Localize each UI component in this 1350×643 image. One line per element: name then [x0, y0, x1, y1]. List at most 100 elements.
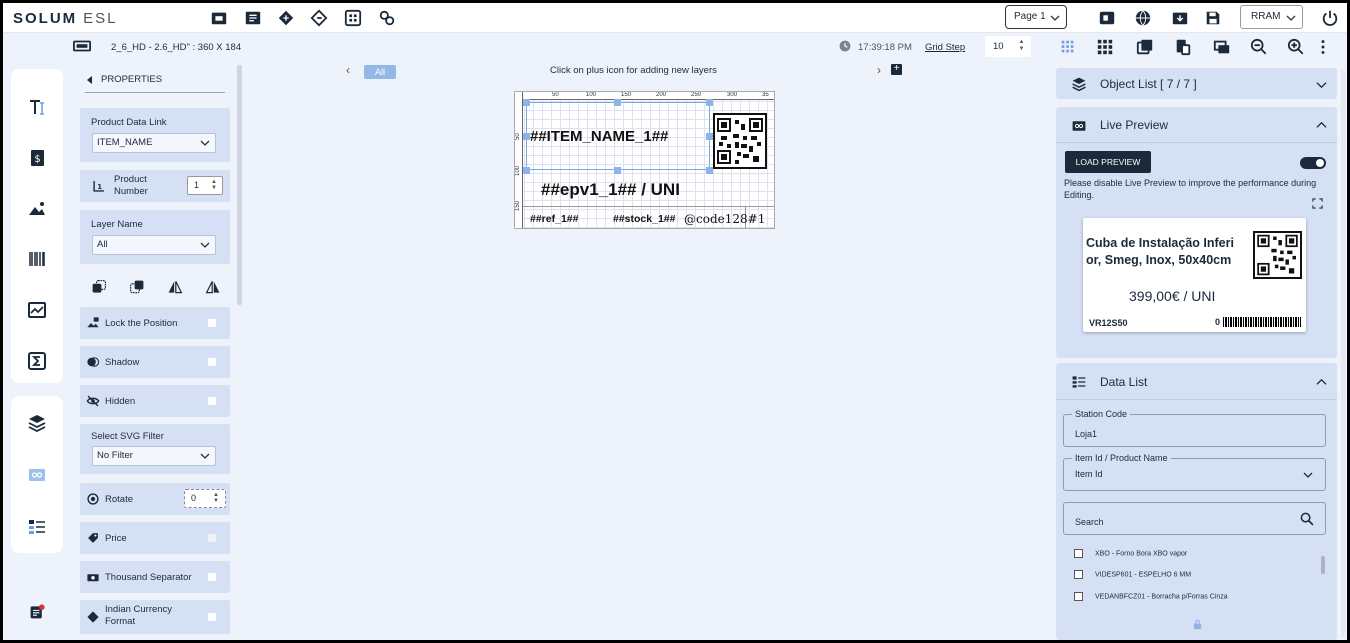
live-preview-icon[interactable] [27, 465, 47, 485]
qr-code[interactable] [713, 113, 767, 169]
grid-step-input[interactable]: 10 ▲ ▼ [985, 36, 1031, 57]
search-field[interactable]: Search [1063, 502, 1326, 535]
load-preview-button[interactable]: LOAD PREVIEW [1065, 151, 1151, 173]
paste-icon[interactable] [1174, 38, 1192, 56]
price-tool-icon[interactable]: $ [27, 148, 47, 168]
send-backward-icon[interactable] [129, 279, 145, 295]
data-list-icon[interactable] [27, 517, 47, 537]
more-options-icon[interactable] [1318, 38, 1328, 56]
diamond-arrow-icon[interactable] [310, 9, 328, 27]
grid-frame-icon[interactable] [344, 9, 362, 27]
properties-header[interactable]: PROPERTIES [85, 73, 225, 93]
layers-icon[interactable] [27, 413, 47, 433]
item-checkbox[interactable] [1074, 592, 1083, 601]
chevron-down-icon[interactable] [1316, 79, 1327, 90]
chevron-down-icon[interactable] [1303, 470, 1313, 480]
rotate-input[interactable]: 0 ▲ ▼ [184, 489, 226, 508]
chart-tool-icon[interactable] [27, 300, 47, 320]
price-row[interactable]: Price [80, 522, 230, 554]
shadow-checkbox[interactable] [208, 358, 216, 366]
display-type-select[interactable]: RRAM [1240, 5, 1303, 29]
price-checkbox[interactable] [208, 534, 216, 542]
properties-scrollbar[interactable] [237, 65, 242, 305]
settings-cog-icon[interactable] [378, 9, 396, 27]
formula-tool-icon[interactable] [27, 351, 47, 371]
thousand-separator-checkbox[interactable] [208, 573, 216, 581]
price-field[interactable]: ##epv1_1## / UNI [541, 180, 680, 200]
add-layer-button[interactable]: + [891, 64, 902, 75]
layer-name-select[interactable]: All [92, 235, 216, 255]
barcode-field[interactable]: @code128#1 [684, 212, 765, 226]
thousand-separator-row[interactable]: Thousand Separator [80, 561, 230, 593]
object-list-header[interactable]: Object List [ 7 / 7 ] [1056, 68, 1337, 99]
right-panel-scrollbar[interactable] [1341, 69, 1345, 637]
expand-icon[interactable] [1312, 198, 1323, 209]
download-icon[interactable] [1171, 9, 1189, 27]
item-checkbox[interactable] [1074, 570, 1083, 579]
resize-handle[interactable] [614, 167, 621, 174]
shadow-row[interactable]: Shadow [80, 346, 230, 378]
notification-icon[interactable] [29, 604, 45, 620]
resize-handle[interactable] [706, 99, 713, 106]
text-tool-icon[interactable] [27, 97, 47, 117]
ref-field[interactable]: ##ref_1## [530, 213, 578, 225]
flip-horizontal-icon[interactable] [167, 279, 183, 295]
image-tool-icon[interactable] [27, 199, 47, 219]
resize-handle[interactable] [523, 133, 530, 140]
template-folder-icon[interactable] [210, 9, 228, 27]
product-number-input[interactable]: 1 ▲ ▼ [187, 176, 223, 195]
barcode-tool-icon[interactable] [27, 249, 47, 269]
copy-icon[interactable] [1136, 38, 1154, 56]
svg-filter-select[interactable]: No Filter [92, 446, 216, 466]
page-select[interactable]: Page 1 [1005, 5, 1067, 29]
station-code-field[interactable]: Station Code Loja1 [1063, 409, 1326, 447]
hidden-row[interactable]: Hidden [80, 385, 230, 417]
label-design-canvas[interactable]: 0 50 100 150 200 250 300 35 50 100 150 #… [514, 91, 775, 229]
globe-icon[interactable] [1134, 9, 1152, 27]
resize-handle[interactable] [614, 99, 621, 106]
template-icon[interactable] [1098, 9, 1116, 27]
item-checkbox[interactable] [1074, 549, 1083, 558]
indian-currency-row[interactable]: Indian Currency Format [80, 600, 230, 634]
resize-handle[interactable] [706, 167, 713, 174]
lock-position-row[interactable]: Lock the Position [80, 307, 230, 339]
resize-handle[interactable] [523, 167, 530, 174]
layer-stack-icon[interactable] [1213, 38, 1231, 56]
resize-handle[interactable] [523, 99, 530, 106]
svg-filter-label: Select SVG Filter [91, 431, 164, 442]
save-icon[interactable] [1204, 9, 1222, 27]
stock-field[interactable]: ##stock_1## [613, 213, 675, 225]
open-file-icon[interactable] [244, 9, 262, 27]
data-list-item[interactable]: VIDESP601 - ESPELHO 6 MM [1074, 570, 1191, 579]
grid-step-link[interactable]: Grid Step [925, 42, 965, 53]
resize-handle[interactable] [706, 133, 713, 140]
chevron-up-icon[interactable] [1316, 377, 1327, 388]
grid-step-spinner[interactable]: ▲ ▼ [1018, 39, 1025, 53]
lock-position-checkbox[interactable] [208, 319, 216, 327]
flip-vertical-icon[interactable] [205, 279, 221, 295]
diamond-move-icon[interactable] [277, 9, 295, 27]
item-id-select[interactable]: Item Id / Product Name Item Id [1063, 453, 1326, 491]
logo: SOLUM ESL [13, 10, 118, 27]
indian-currency-checkbox[interactable] [208, 613, 216, 621]
lock-icon[interactable] [1192, 619, 1203, 630]
zoom-out-icon[interactable] [1250, 38, 1268, 56]
search-icon[interactable] [1300, 512, 1314, 526]
data-list-item[interactable]: VEDANBFCZ01 - Borracha p/Forras Cinza [1074, 592, 1228, 601]
data-list-item[interactable]: XBO - Forno Bora XBO vapor [1074, 549, 1187, 558]
layer-prev-arrow[interactable]: ‹ [346, 63, 350, 77]
power-icon[interactable] [1321, 9, 1339, 27]
live-preview-toggle[interactable] [1300, 157, 1326, 169]
back-arrow-icon[interactable] [87, 76, 92, 84]
grid-dots-icon[interactable] [1059, 38, 1077, 56]
data-list-scrollbar[interactable] [1321, 556, 1325, 574]
chevron-up-icon[interactable] [1316, 120, 1327, 131]
item-name-field[interactable]: ##ITEM_NAME_1## [530, 128, 668, 145]
apps-grid-icon[interactable] [1096, 38, 1114, 56]
bring-forward-icon[interactable] [91, 279, 107, 295]
zoom-in-icon[interactable] [1287, 38, 1305, 56]
hidden-checkbox[interactable] [208, 397, 216, 405]
layer-filter-all[interactable]: All [364, 65, 396, 79]
product-data-link-select[interactable]: ITEM_NAME [92, 133, 216, 153]
layer-next-arrow[interactable]: › [877, 63, 881, 77]
